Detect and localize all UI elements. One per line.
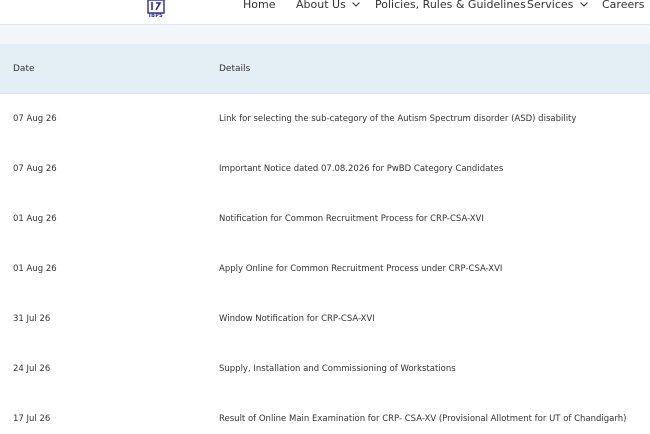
nav-home[interactable]: Home xyxy=(243,0,275,12)
table-row[interactable]: 17 Jul 26 Result of Online Main Examinat… xyxy=(0,394,650,434)
row-date: 31 Jul 26 xyxy=(13,314,51,324)
column-header-date: Date xyxy=(13,64,35,74)
row-date: 17 Jul 26 xyxy=(13,414,51,424)
top-navbar: IBPS Home About Us Policies, Rules & Gui… xyxy=(0,0,650,25)
chevron-down-icon xyxy=(352,2,361,7)
row-details-link[interactable]: Window Notification for CRP-CSA-XVI xyxy=(219,314,375,325)
nav-home-label: Home xyxy=(243,0,276,11)
nav-policies-label: Policies, Rules & Guidelines xyxy=(375,0,526,11)
column-header-details: Details xyxy=(219,64,251,74)
table-row[interactable]: 07 Aug 26 Link for selecting the sub-cat… xyxy=(0,94,650,145)
nav-about-us[interactable]: About Us xyxy=(296,0,361,12)
row-date: 01 Aug 26 xyxy=(13,264,57,274)
chevron-down-icon xyxy=(580,2,588,7)
row-details-link[interactable]: Apply Online for Common Recruitment Proc… xyxy=(219,264,502,275)
nav-services[interactable]: Services xyxy=(527,0,588,12)
table-row[interactable]: 24 Jul 26 Supply, Installation and Commi… xyxy=(0,344,650,395)
row-date: 01 Aug 26 xyxy=(13,214,57,224)
ibps-logo[interactable]: IBPS xyxy=(147,0,165,19)
page-band xyxy=(0,25,650,44)
logo-text: IBPS xyxy=(148,13,164,19)
ibps-logo-icon xyxy=(147,0,165,14)
row-details-link[interactable]: Result of Online Main Examination for CR… xyxy=(219,414,626,425)
nav-policies[interactable]: Policies, Rules & Guidelines xyxy=(375,0,526,12)
nav-careers[interactable]: Careers xyxy=(602,0,645,12)
row-details-link[interactable]: Important Notice dated 07.08.2026 for Pw… xyxy=(219,164,503,175)
row-date: 07 Aug 26 xyxy=(13,164,57,174)
nav-services-label: Services xyxy=(527,0,574,11)
table-row[interactable]: 31 Jul 26 Window Notification for CRP-CS… xyxy=(0,294,650,345)
nav-careers-label: Careers xyxy=(602,0,645,11)
row-date: 07 Aug 26 xyxy=(13,114,57,124)
table-header: Date Details xyxy=(0,44,650,94)
row-date: 24 Jul 26 xyxy=(13,364,51,374)
nav-about-us-label: About Us xyxy=(296,0,346,11)
row-details-link[interactable]: Notification for Common Recruitment Proc… xyxy=(219,214,484,225)
row-details-link[interactable]: Supply, Installation and Commissioning o… xyxy=(219,364,456,375)
row-details-link[interactable]: Link for selecting the sub-category of t… xyxy=(219,114,576,125)
table-row[interactable]: 07 Aug 26 Important Notice dated 07.08.2… xyxy=(0,144,650,195)
table-row[interactable]: 01 Aug 26 Apply Online for Common Recrui… xyxy=(0,244,650,295)
table-row[interactable]: 01 Aug 26 Notification for Common Recrui… xyxy=(0,194,650,245)
